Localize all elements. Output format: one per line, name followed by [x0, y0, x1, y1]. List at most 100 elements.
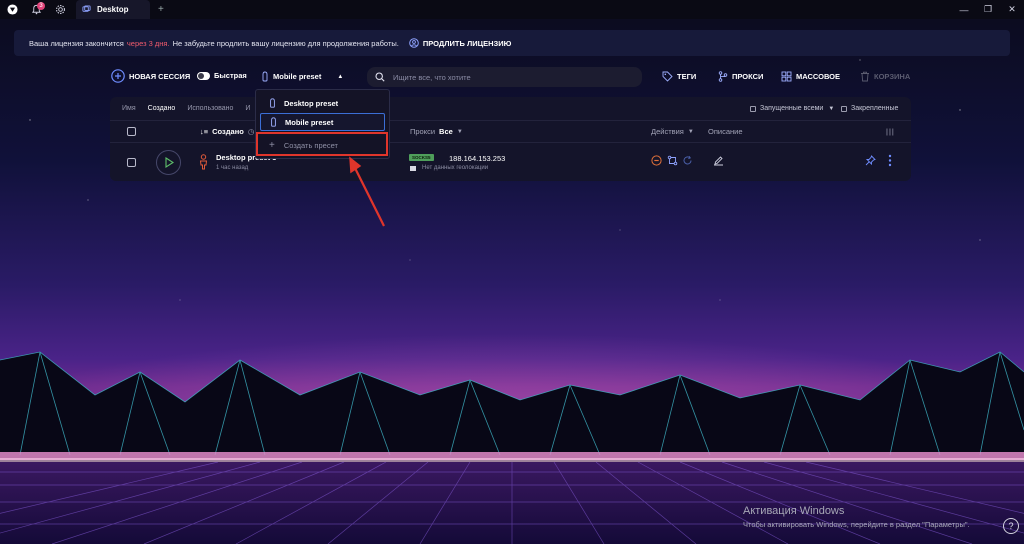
renew-license-button[interactable]: ПРОДЛИТЬ ЛИЦЕНЗИЮ — [409, 38, 511, 48]
column-proxy[interactable]: Прокси Все ▼ — [410, 127, 463, 136]
sort-created[interactable]: Создано — [148, 105, 176, 112]
columns-settings-icon[interactable]: ||| — [886, 127, 895, 136]
filter-pinned[interactable]: Закрепленные — [841, 105, 898, 112]
proxy-ip: 188.164.153.253 — [449, 154, 506, 163]
sort-more[interactable]: И — [245, 105, 250, 112]
start-session-button[interactable] — [156, 150, 181, 175]
grid-icon — [781, 71, 792, 82]
checkbox-icon — [841, 105, 847, 112]
quick-toggle[interactable]: Быстрая — [197, 71, 247, 80]
settings-gear-icon[interactable] — [48, 0, 72, 19]
preset-dropdown-menu: Desktop preset Mobile preset + Создать п… — [255, 89, 390, 159]
table-header: ↓≡ Создано ◷ Прокси Все ▼ Действия ▼ Опи… — [110, 120, 911, 142]
user-circle-icon — [409, 38, 419, 48]
column-created-label: Создано — [212, 127, 244, 136]
restore-button[interactable]: ❐ — [976, 0, 1000, 19]
proxy-type-badge: SOCKS5 — [409, 154, 434, 161]
mass-actions-button[interactable]: МАССОВОЕ — [781, 71, 840, 82]
chevron-down-icon: ▼ — [828, 105, 835, 112]
refresh-icon[interactable] — [682, 155, 693, 166]
new-session-label: НОВАЯ СЕССИЯ — [129, 71, 191, 81]
profile-created-time: 1 час назад — [216, 165, 249, 171]
tags-button[interactable]: ТЕГИ — [662, 71, 696, 82]
proxy-branch-icon — [718, 71, 728, 82]
tab-label: Desktop — [97, 5, 129, 14]
edit-pencil-icon[interactable] — [713, 155, 724, 166]
watermark-title: Активация Windows — [743, 505, 845, 517]
add-tab-button[interactable]: + — [158, 4, 164, 15]
filter-running-label: Запущенные всеми — [760, 105, 824, 112]
clock-icon: ◷ — [247, 127, 255, 136]
notifications-bell-icon[interactable]: 3 — [24, 0, 48, 19]
quick-label: Быстрая — [214, 71, 247, 80]
mass-actions-label: МАССОВОЕ — [796, 72, 841, 81]
toggle-switch-icon — [197, 71, 210, 80]
menu-item-label: Создать пресет — [283, 140, 338, 150]
column-actions[interactable]: Действия ▼ — [651, 127, 694, 136]
menu-item-desktop-preset[interactable]: Desktop preset — [260, 94, 385, 112]
play-icon — [164, 157, 174, 168]
filter-pinned-label: Закрепленные — [851, 105, 899, 112]
person-icon — [199, 154, 208, 170]
select-all-checkbox[interactable] — [127, 127, 136, 136]
table-row[interactable]: Desktop preset 3 1 час назад SOCKS5 188.… — [110, 142, 911, 181]
mobile-phone-icon — [271, 117, 276, 127]
proxy-filter-all[interactable]: Все — [439, 127, 453, 136]
menu-item-create-preset[interactable]: + Создать пресет — [260, 136, 385, 154]
windows-activation-watermark: Активация Windows Чтобы активировать Win… — [743, 505, 970, 529]
menu-item-mobile-preset[interactable]: Mobile preset — [260, 113, 385, 131]
proxies-label: ПРОКСИ — [732, 72, 764, 81]
proxies-button[interactable]: ПРОКСИ — [718, 71, 763, 82]
mobile-phone-icon — [262, 71, 268, 82]
plus-circle-icon — [111, 69, 125, 83]
sort-arrow-icon: ↓≡ — [200, 127, 209, 136]
banner-text-before: Ваша лицензия закончится — [29, 38, 124, 48]
search-icon — [375, 72, 385, 82]
menu-item-label: Mobile preset — [285, 117, 334, 127]
flag-icon — [410, 166, 416, 171]
tags-label: ТЕГИ — [677, 72, 697, 81]
watermark-subtitle: Чтобы активировать Windows, перейдите в … — [743, 520, 970, 529]
new-session-button[interactable]: НОВАЯ СЕССИЯ — [111, 69, 190, 83]
help-button[interactable]: ? — [1003, 518, 1019, 534]
close-button[interactable]: ✕ — [1000, 0, 1024, 19]
minimize-button[interactable]: — — [952, 0, 976, 19]
sessions-panel: Имя Создано Использовано И Запущенные вс… — [110, 97, 911, 181]
desktop-tab-icon — [82, 5, 91, 12]
trash-button[interactable]: КОРЗИНА — [860, 71, 910, 82]
title-bar: 3 Desktop + — ❐ ✕ — [0, 0, 1024, 19]
checkbox-icon — [750, 105, 756, 112]
column-proxy-label: Прокси — [410, 127, 436, 136]
toolbar: НОВАЯ СЕССИЯ Быстрая Mobile preset ▲ ТЕГ… — [111, 66, 911, 88]
menu-item-label: Desktop preset — [284, 98, 339, 108]
column-created[interactable]: ↓≡ Создано ◷ — [200, 127, 254, 136]
mobile-phone-icon — [270, 98, 275, 108]
window-controls: — ❐ ✕ — [952, 0, 1024, 19]
preset-select-label: Mobile preset — [273, 72, 322, 81]
sort-used[interactable]: Использовано — [187, 105, 233, 112]
column-actions-label: Действия — [651, 127, 684, 136]
app-logo-icon[interactable] — [0, 0, 24, 19]
stop-icon[interactable] — [651, 155, 662, 166]
chevron-down-icon: ▼ — [687, 128, 694, 135]
banner-text-after: Не забудьте продлить вашу лицензию для п… — [172, 38, 399, 48]
search-input[interactable] — [393, 72, 613, 82]
preset-select[interactable]: Mobile preset ▲ — [261, 71, 343, 82]
column-description: Описание — [708, 127, 743, 136]
sort-name[interactable]: Имя — [122, 105, 136, 112]
search-box[interactable] — [367, 67, 642, 87]
renew-license-label: ПРОДЛИТЬ ЛИЦЕНЗИЮ — [422, 38, 512, 48]
plus-icon: + — [269, 139, 275, 151]
notification-badge: 3 — [37, 2, 45, 10]
pin-icon[interactable] — [865, 155, 876, 166]
chevron-down-icon: ▼ — [456, 128, 463, 135]
sync-icon[interactable] — [667, 155, 678, 166]
tab-desktop[interactable]: Desktop — [76, 0, 150, 19]
chevron-down-icon: ▲ — [337, 73, 344, 80]
banner-warning: через 3 дня. — [126, 38, 170, 48]
filter-running-all[interactable]: Запущенные всеми ▼ — [750, 105, 834, 112]
more-options-icon[interactable] — [888, 154, 892, 167]
geo-info: Нет данных геолокации — [422, 165, 489, 171]
row-checkbox[interactable] — [127, 158, 136, 167]
trash-label: КОРЗИНА — [874, 72, 911, 81]
